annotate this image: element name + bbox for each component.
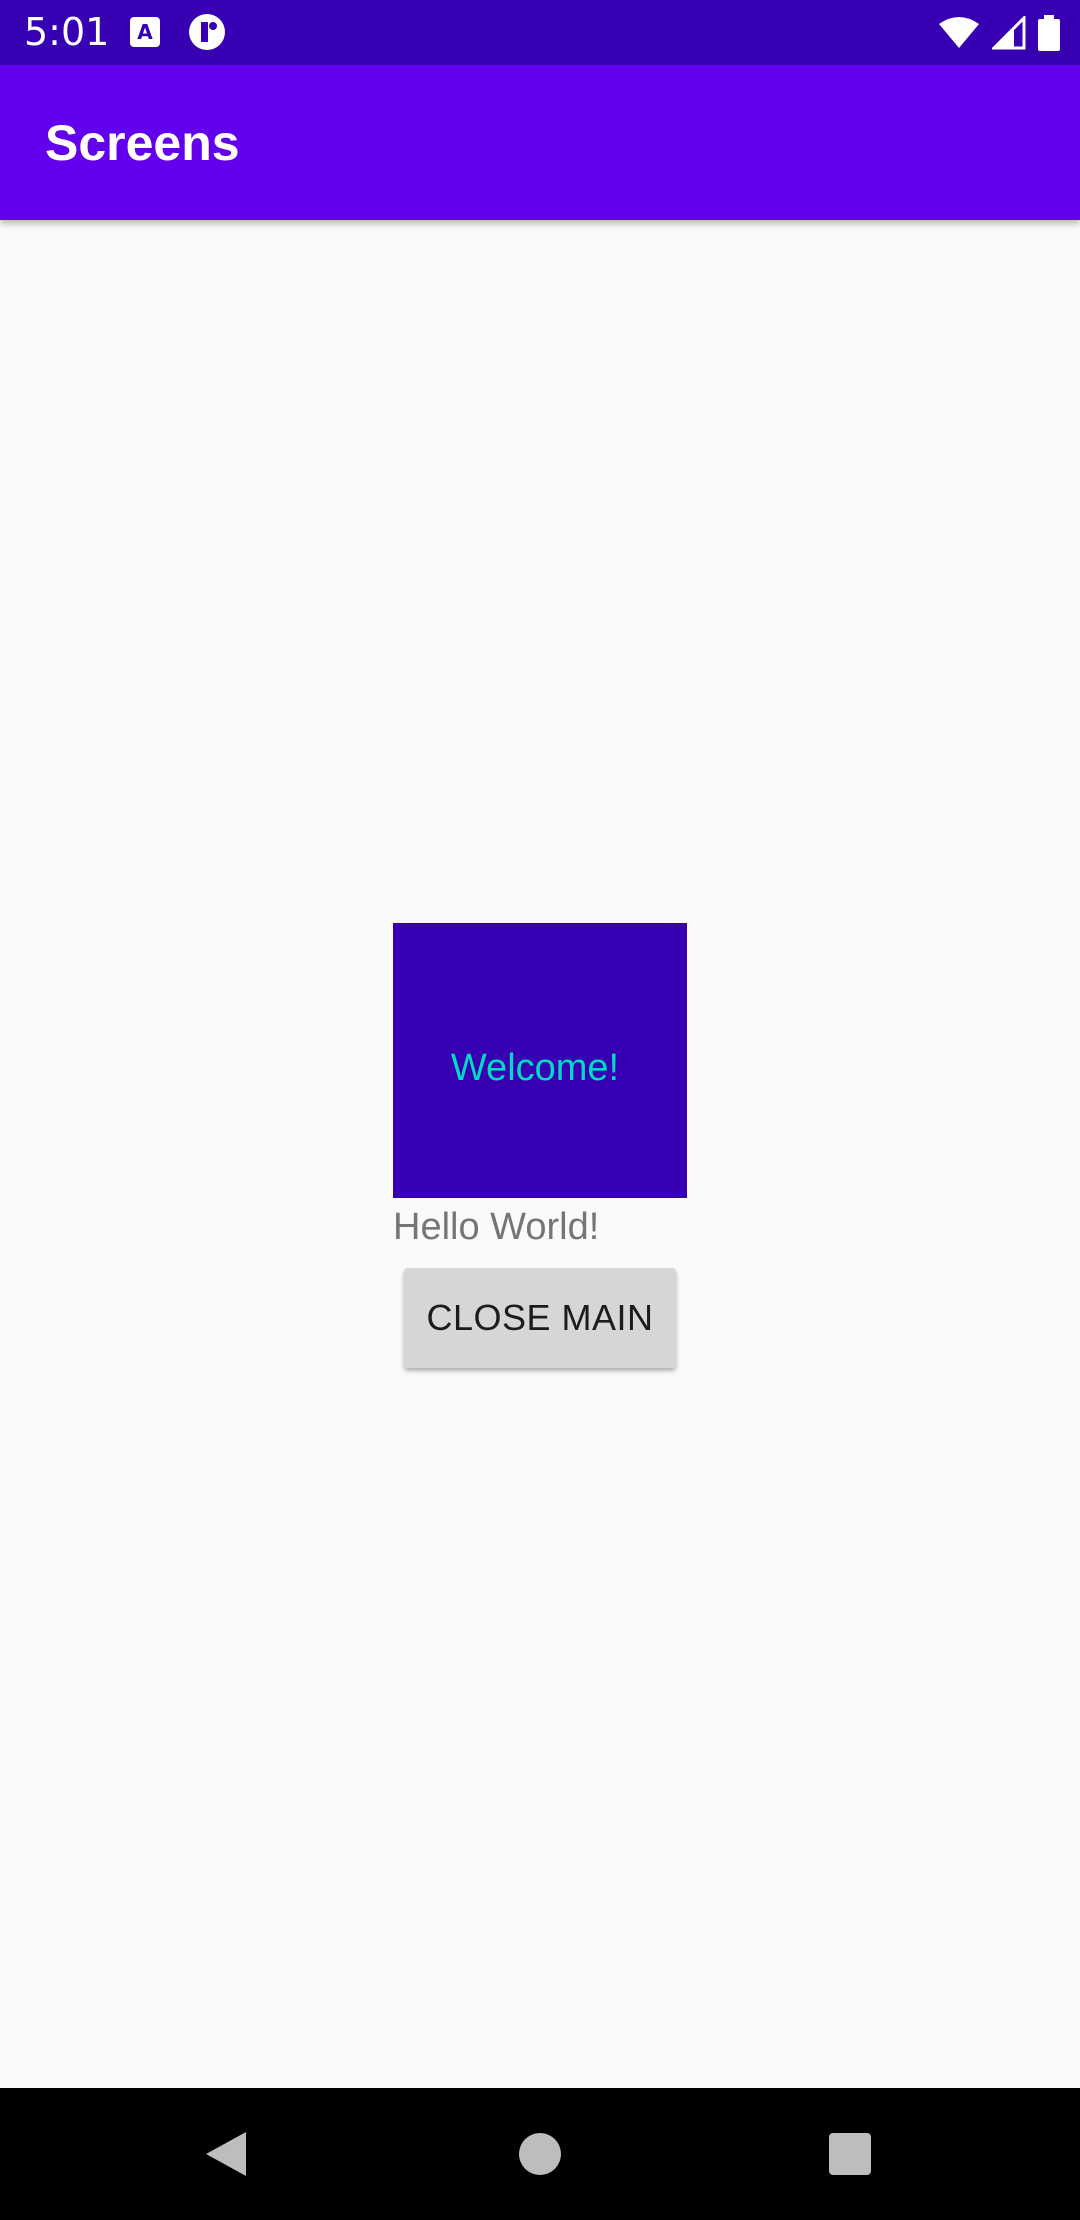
accessibility-a-icon: A — [130, 17, 160, 47]
hello-world-text: Hello World! — [393, 1206, 600, 1248]
recents-icon[interactable] — [829, 2133, 871, 2175]
app-title: Screens — [45, 115, 240, 171]
close-main-button[interactable]: CLOSE MAIN — [404, 1268, 676, 1368]
welcome-box: Welcome! — [393, 923, 687, 1198]
status-bar: 5:01 A — [0, 0, 1080, 65]
status-time: 5:01 — [24, 10, 110, 54]
nav-bar — [0, 2088, 1080, 2220]
t-app-icon — [189, 14, 225, 50]
back-icon[interactable] — [204, 2130, 248, 2178]
battery-icon — [1038, 15, 1060, 51]
cell-signal-icon — [992, 16, 1026, 50]
wifi-icon — [939, 17, 979, 48]
screen: 5:01 A Screens Welcome! Hello World! CLO… — [0, 0, 1080, 2220]
app-bar: Screens — [0, 65, 1080, 220]
welcome-text: Welcome! — [450, 1047, 620, 1089]
home-icon[interactable] — [519, 2133, 561, 2175]
system-icons — [938, 14, 1060, 52]
